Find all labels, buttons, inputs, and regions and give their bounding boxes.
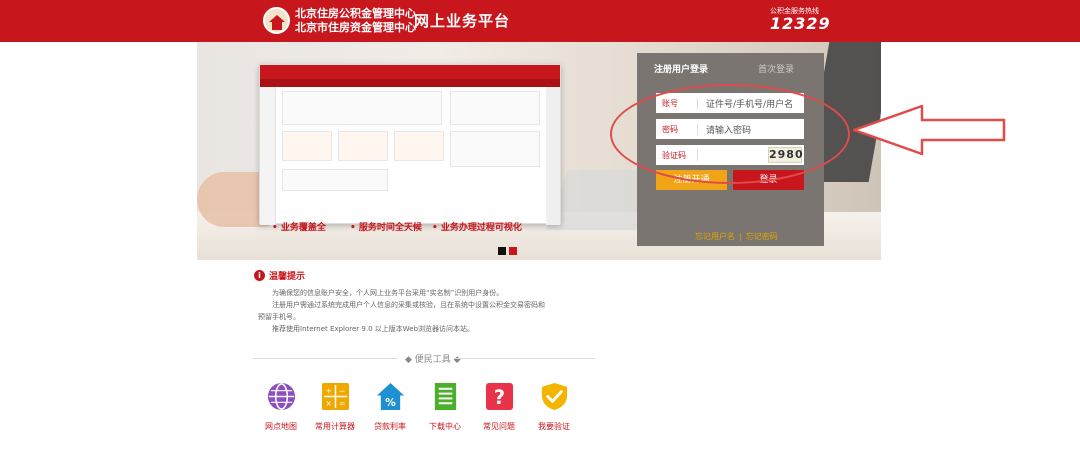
svg-text:+: + xyxy=(325,387,331,396)
notice-line-2: 注册用户需通过系统完成用户个人信息的采集或核验，且在系统中设置公积金交易密码和 xyxy=(272,301,545,309)
carousel-indicators xyxy=(498,240,520,259)
tool-verify[interactable]: 我要验证 xyxy=(527,382,581,432)
forgot-username-link[interactable]: 忘记用户名 xyxy=(695,232,735,241)
forgot-password-link[interactable]: 忘记密码 xyxy=(746,232,778,241)
tool-label: 我要验证 xyxy=(538,422,570,431)
login-help-links: 忘记用户名 | 忘记密码 xyxy=(695,231,778,242)
svg-text:=: = xyxy=(339,399,345,408)
tool-faq[interactable]: ? 常见问题 xyxy=(472,382,526,432)
carousel-dot-active[interactable] xyxy=(498,247,506,255)
hotline-number: 12329 xyxy=(770,14,831,33)
left-arrow-icon xyxy=(852,104,1006,156)
org-name-line1: 北京住房公积金管理中心 xyxy=(295,7,416,20)
tool-label: 下载中心 xyxy=(429,422,461,431)
org-name-line2: 北京市住房资金管理中心 xyxy=(295,21,416,34)
carousel-dot[interactable] xyxy=(509,247,517,255)
question-icon: ? xyxy=(485,382,513,411)
banner-platform-preview-image xyxy=(259,64,561,225)
top-header-bar: 北京住房公积金管理中心 北京市住房资金管理中心 网上业务平台 公积金服务热线 1… xyxy=(0,0,1080,42)
tool-label: 网点地图 xyxy=(265,422,297,431)
globe-icon xyxy=(267,382,295,411)
svg-text:%: % xyxy=(385,396,396,409)
tool-calculator[interactable]: + − × = 常用计算器 xyxy=(308,382,362,432)
notice-line-3: 预留手机号。 xyxy=(258,313,300,321)
info-icon: i xyxy=(254,270,265,281)
tool-label: 常用计算器 xyxy=(315,422,355,431)
slogan-visualization: • 业务办理过程可视化 xyxy=(432,223,522,233)
slogan-service-hours: • 服务时间全天候 xyxy=(350,223,422,233)
platform-title: 网上业务平台 xyxy=(414,12,511,30)
rate-house-icon: % xyxy=(376,382,404,411)
shield-check-icon xyxy=(541,382,567,411)
notice-line-1: 为确保您的信息账户安全，个人网上业务平台采用“实名制”识别用户身份。 xyxy=(272,289,504,297)
tool-branch-map[interactable]: 网点地图 xyxy=(254,382,308,432)
tool-label: 常见问题 xyxy=(483,422,515,431)
tab-registered-user-login[interactable]: 注册用户登录 xyxy=(654,62,708,75)
notice-title: 温馨提示 xyxy=(269,272,306,282)
svg-text:?: ? xyxy=(493,386,504,409)
tool-loan-rate[interactable]: % 贷款利率 xyxy=(363,382,417,432)
notice-line-4: 推荐使用Internet Explorer 9.0 以上版本Web浏览器访问本站… xyxy=(272,325,475,333)
download-document-icon xyxy=(434,382,456,411)
organization-names: 北京住房公积金管理中心 北京市住房资金管理中心 xyxy=(295,7,416,35)
housing-fund-logo-icon[interactable] xyxy=(263,7,290,34)
slogan-coverage: • 业务覆盖全 xyxy=(272,223,326,233)
link-separator: | xyxy=(739,232,742,241)
tool-label: 贷款利率 xyxy=(374,422,406,431)
highlight-ring xyxy=(610,84,850,184)
tool-download-center[interactable]: 下载中心 xyxy=(418,382,472,432)
calculator-icon: + − × = xyxy=(321,382,349,411)
tools-divider-left xyxy=(253,358,398,359)
tools-divider-right xyxy=(455,358,595,359)
svg-text:−: − xyxy=(339,387,345,396)
svg-text:×: × xyxy=(325,399,331,408)
tools-section-title: ◆ 便民工具 ◆ xyxy=(405,355,461,365)
tab-first-time-login[interactable]: 首次登录 xyxy=(758,62,794,75)
